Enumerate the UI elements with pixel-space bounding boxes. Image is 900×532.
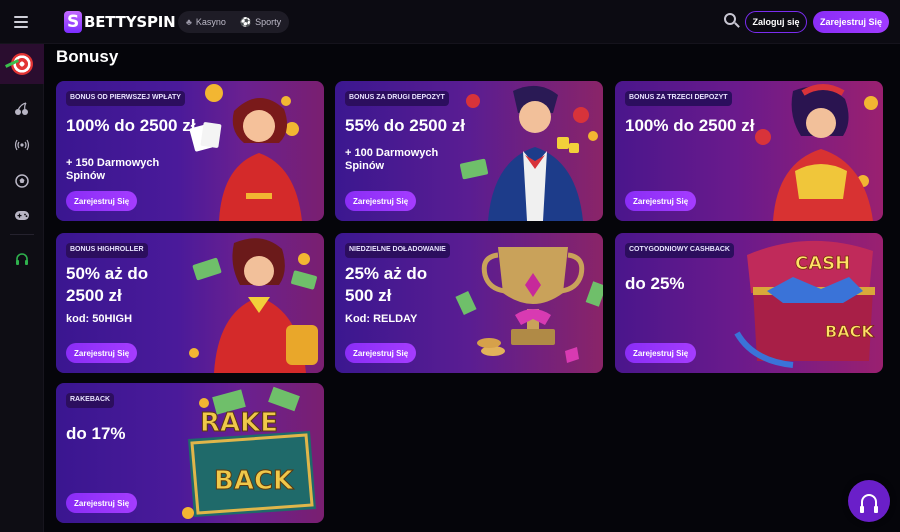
live-support-button[interactable]	[848, 480, 890, 522]
bonus-title: do 17%	[66, 424, 126, 443]
search-icon[interactable]	[724, 13, 740, 29]
nav-casino-label: Kasyno	[195, 17, 226, 27]
register-bonus-button[interactable]: Zarejestruj Się	[345, 343, 417, 363]
nav-sports-label: Sporty	[255, 17, 282, 27]
bonus-card-first-deposit[interactable]: BONUS OD PIERWSZEJ WPŁATY 100% do 2500 z…	[56, 81, 324, 221]
register-bonus-button[interactable]: Zarejestruj Się	[66, 343, 138, 363]
trophy-illustration	[455, 247, 603, 363]
pinup-woman-money-illustration	[189, 238, 318, 373]
login-button[interactable]: Zaloguj się	[745, 11, 807, 33]
soccer-ball-icon: ⚽	[239, 16, 252, 27]
pinup-woman-cards-illustration	[189, 84, 302, 221]
register-bonus-button[interactable]: Zarejestruj Się	[66, 493, 138, 513]
bonus-subtitle: + 100 Darmowych Spinów	[345, 147, 439, 172]
bonus-tag: BONUS HIGHROLLER	[66, 243, 148, 258]
bonus-card-weekly-cashback[interactable]: COTYGODNIOWY CASHBACK do 25% CASH BACK Z…	[615, 233, 883, 373]
bonus-subtitle: + 150 Darmowych Spinów	[66, 157, 160, 182]
rakeback-illustration: RAKE BACK	[182, 386, 316, 519]
bonus-title: 25% aż do 500 zł	[345, 264, 428, 306]
register-bonus-button[interactable]: Zarejestruj Się	[625, 343, 697, 363]
cherries-icon: ♣	[186, 17, 192, 27]
page-title: Bonusy	[56, 47, 119, 66]
art-text-back: BACK	[214, 466, 294, 496]
bonus-card-sunday-reload[interactable]: NIEDZIELNE DOŁADOWANIE 25% aż do 500 zł …	[335, 233, 603, 373]
nav-sports[interactable]: ⚽ Sporty	[240, 17, 281, 28]
bonus-title: do 25%	[625, 274, 685, 293]
art-text-rake: RAKE	[200, 408, 278, 438]
nav-casino[interactable]: ♣ Kasyno	[186, 17, 226, 27]
bonus-card-rakeback[interactable]: RAKEBACK do 17% RAKE BACK Zarejestruj Si…	[56, 383, 324, 523]
cashback-chest-illustration: CASH BACK	[734, 240, 875, 368]
register-button[interactable]: Zarejestruj Się	[813, 11, 889, 33]
register-bonus-button[interactable]: Zarejestruj Się	[625, 191, 697, 211]
headset-icon	[860, 494, 878, 513]
live-broadcast-icon[interactable]	[0, 134, 44, 156]
bonus-tag: COTYGODNIOWY CASHBACK	[625, 243, 734, 258]
dartboard-icon	[11, 53, 33, 75]
gentleman-dice-illustration	[459, 85, 598, 221]
bonus-tag: RAKEBACK	[66, 393, 115, 408]
bonus-tag: BONUS ZA DRUGI DEPOZYT	[345, 91, 449, 106]
bonus-subtitle: Kod: RELDAY	[345, 313, 418, 325]
register-bonus-button[interactable]: Zarejestruj Się	[66, 191, 138, 211]
register-bonus-button[interactable]: Zarejestruj Się	[345, 191, 417, 211]
sidebar-divider	[10, 234, 34, 235]
main-nav: ♣ Kasyno ⚽ Sporty	[178, 11, 290, 33]
bonus-tag: NIEDZIELNE DOŁADOWANIE	[345, 243, 450, 258]
soccer-ball-icon[interactable]	[0, 170, 44, 192]
bonus-card-third-deposit[interactable]: BONUS ZA TRZECI DEPOZYT 100% do 2500 zł …	[615, 81, 883, 221]
bonus-tag: BONUS OD PIERWSZEJ WPŁATY	[66, 91, 185, 106]
art-text-back: BACK	[825, 322, 874, 341]
gamepad-icon[interactable]	[0, 204, 44, 226]
logo[interactable]: BETTYSPIN	[64, 10, 176, 34]
bonus-title: 50% aż do 2500 zł	[66, 264, 149, 306]
art-text-cash: CASH	[795, 253, 850, 274]
headset-support-icon[interactable]	[0, 249, 44, 271]
bonus-subtitle: kod: 50HIGH	[66, 313, 133, 325]
sidebar	[0, 44, 44, 532]
cherries-icon[interactable]	[0, 98, 44, 120]
pinup-woman-chips-illustration	[755, 84, 878, 221]
bonus-card-second-deposit[interactable]: BONUS ZA DRUGI DEPOZYT 55% do 2500 zł + …	[335, 81, 603, 221]
sidebar-item-darts[interactable]	[0, 44, 44, 84]
brand-name: BETTYSPIN	[84, 13, 176, 31]
menu-icon[interactable]	[14, 16, 28, 28]
bonus-card-highroller[interactable]: BONUS HIGHROLLER 50% aż do 2500 zł kod: …	[56, 233, 324, 373]
logo-mark	[64, 11, 82, 33]
bonus-tag: BONUS ZA TRZECI DEPOZYT	[625, 91, 732, 106]
top-bar: BETTYSPIN ♣ Kasyno ⚽ Sporty Zaloguj się …	[0, 0, 900, 44]
